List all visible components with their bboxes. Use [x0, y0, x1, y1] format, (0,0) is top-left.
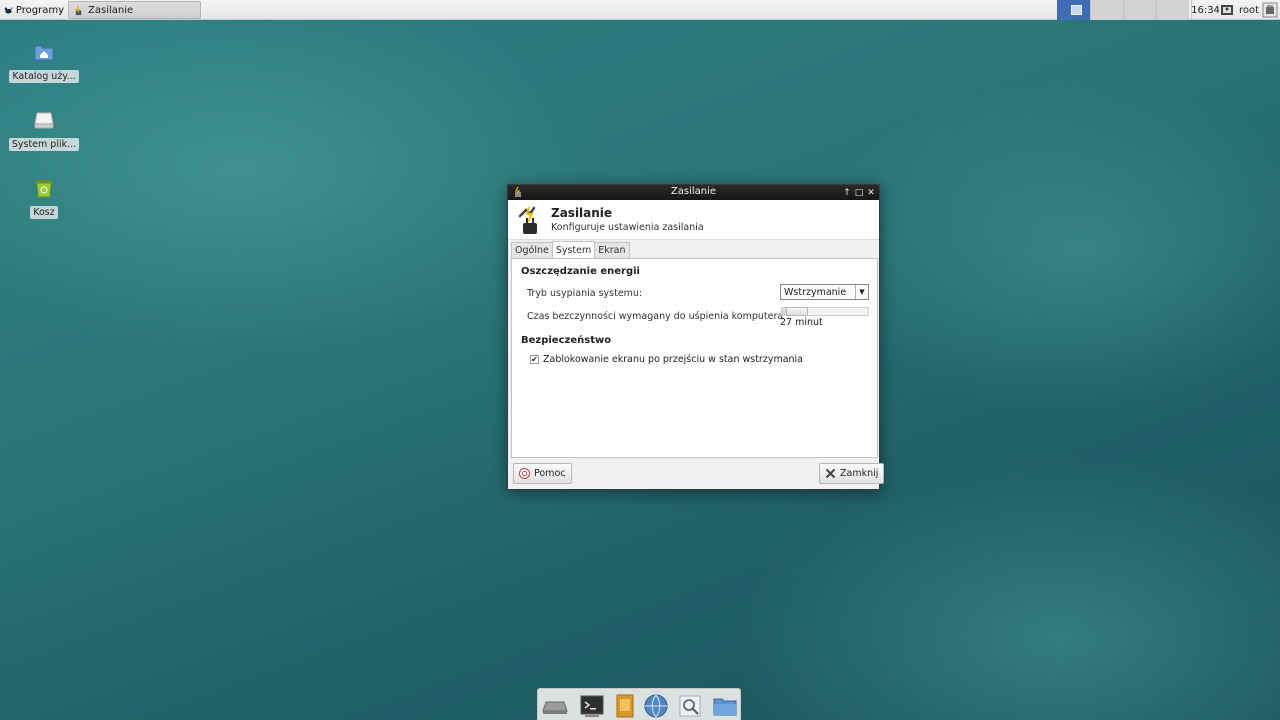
close-icon	[825, 468, 836, 479]
desktop-icon-filesystem[interactable]: System plik...	[8, 108, 80, 151]
workspace-3[interactable]	[1123, 0, 1156, 20]
lock-screen-checkbox[interactable]: ✔	[530, 355, 539, 364]
sleep-mode-value: Wstrzymanie	[784, 286, 847, 298]
sleep-mode-dropdown[interactable]: Wstrzymanie ▼	[780, 284, 869, 300]
taskbar-window-button[interactable]: Zasilanie	[68, 1, 201, 19]
search-icon	[679, 695, 701, 717]
window-title: Zasilanie	[670, 186, 717, 197]
idle-time-value: 27 minut	[780, 317, 823, 328]
dialog-header-subtitle: Konfiguruje ustawienia zasilania	[551, 222, 704, 233]
xfce-mouse-icon	[4, 7, 13, 14]
file-manager-icon	[616, 694, 634, 718]
system-tab-panel: Oszczędzanie energii Tryb usypiania syst…	[511, 258, 878, 458]
trash-icon	[36, 180, 52, 198]
clock[interactable]: 16:34	[1191, 0, 1220, 20]
dock-terminal[interactable]	[579, 693, 605, 719]
window-shade-button[interactable]: ↑	[843, 185, 851, 200]
sleep-mode-label: Tryb usypiania systemu:	[527, 288, 643, 299]
chevron-down-icon: ▼	[855, 285, 868, 299]
window-maximize-button[interactable]: □	[855, 185, 864, 200]
lock-screen-label[interactable]: Zablokowanie ekranu po przejściu w stan …	[543, 354, 803, 365]
dialog-header: Zasilanie Konfiguruje ustawienia zasilan…	[508, 200, 879, 240]
user-name[interactable]: root	[1239, 0, 1259, 20]
help-button[interactable]: Pomoc	[513, 463, 572, 484]
help-icon	[519, 468, 530, 479]
user-switch-icon[interactable]	[1220, 3, 1234, 17]
tab-display[interactable]: Ekran	[594, 242, 630, 258]
power-plug-icon	[518, 206, 537, 234]
power-manager-window: Zasilanie ↑ □ ✕ Zasilanie Konfiguruje us…	[507, 184, 885, 490]
drive-icon	[542, 701, 568, 714]
tab-system[interactable]: System	[551, 241, 596, 258]
dock-web-browser[interactable]	[643, 693, 669, 719]
workspace-2[interactable]	[1090, 0, 1123, 20]
workspace-4[interactable]	[1156, 0, 1189, 20]
terminal-icon	[580, 695, 604, 717]
dock-home-folder[interactable]	[712, 693, 738, 719]
applications-menu-button[interactable]: Programy	[2, 1, 64, 19]
dialog-button-bar: Pomoc Zamknij	[508, 459, 885, 489]
workspace-1[interactable]	[1057, 0, 1090, 20]
window-close-button[interactable]: ✕	[867, 185, 875, 200]
taskbar-window-title: Zasilanie	[88, 4, 134, 16]
applications-menu-label: Programy	[15, 4, 64, 16]
top-panel: Programy Zasilanie 16:34 root	[0, 0, 1280, 20]
bottom-dock	[537, 688, 741, 720]
close-button-label: Zamknij	[840, 468, 879, 479]
window-titlebar[interactable]: Zasilanie ↑ □ ✕	[508, 185, 879, 200]
energy-saving-heading: Oszczędzanie energii	[521, 266, 640, 277]
desktop-icon-label: Kosz	[30, 206, 58, 219]
power-manager-icon	[75, 5, 82, 15]
dock-app-finder[interactable]	[677, 693, 703, 719]
workspace-switcher	[1057, 0, 1189, 20]
desktop-icon-home[interactable]: Katalog uży...	[9, 40, 79, 83]
close-button[interactable]: Zamknij	[819, 463, 885, 484]
dialog-header-title: Zasilanie	[551, 206, 613, 220]
tab-general[interactable]: Ogólne	[511, 242, 553, 258]
drive-icon	[34, 112, 54, 129]
tab-bar: Ogólne System Ekran	[511, 241, 630, 258]
idle-time-slider[interactable]	[781, 307, 869, 316]
desktop-icon-trash[interactable]: Kosz	[9, 176, 79, 219]
desktop-icon-label: System plik...	[8, 138, 80, 151]
home-folder-icon	[34, 45, 54, 61]
dock-file-manager[interactable]	[612, 693, 638, 719]
idle-time-label: Czas bezczynności wymagany do uśpienia k…	[527, 311, 784, 322]
web-browser-icon	[644, 694, 668, 718]
idle-time-slider-handle[interactable]	[786, 307, 808, 316]
power-tray-icon[interactable]	[1262, 2, 1278, 18]
dock-show-desktop[interactable]	[542, 693, 568, 719]
folder-icon	[713, 698, 737, 716]
security-heading: Bezpieczeństwo	[521, 335, 612, 346]
desktop-icon-label: Katalog uży...	[9, 70, 79, 83]
help-button-label: Pomoc	[534, 468, 566, 479]
